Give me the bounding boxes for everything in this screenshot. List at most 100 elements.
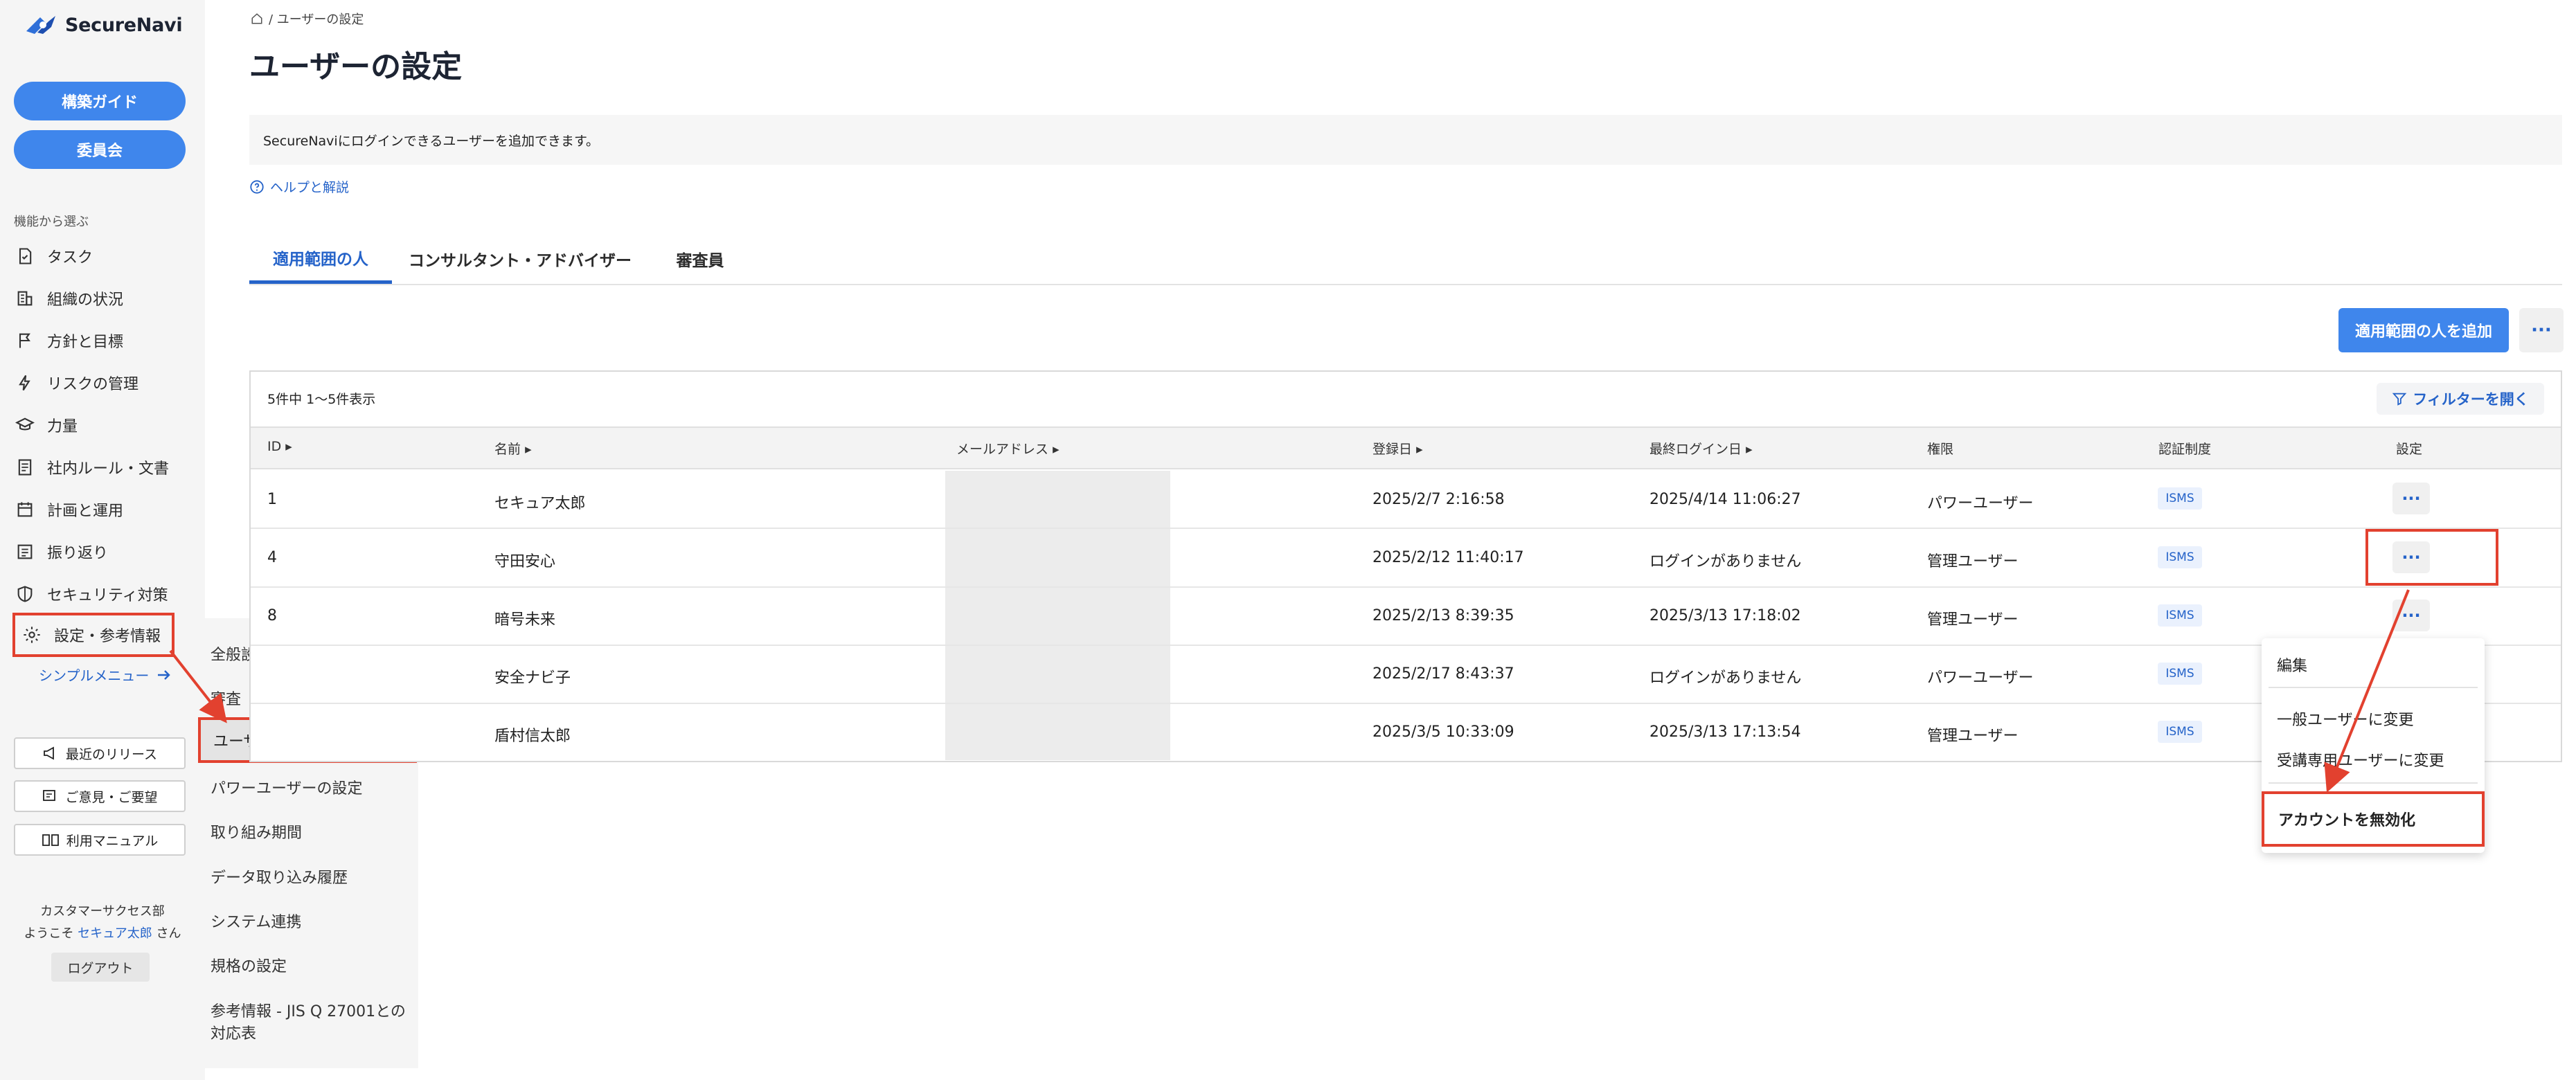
graduation-cap-icon xyxy=(15,417,35,431)
sidebar-item-label: タスク xyxy=(47,249,93,267)
info-banner: SecureNaviにログインできるユーザーを追加できます。 xyxy=(249,115,2562,165)
cert-badge: ISMS xyxy=(2158,604,2202,627)
column-header-certification: 認証制度 xyxy=(2158,442,2212,457)
cell-registered: 2025/2/17 8:43:37 xyxy=(1372,665,1514,683)
column-header-id[interactable]: ID ▸ xyxy=(267,439,292,454)
sidebar-item-risk[interactable]: リスクの管理 xyxy=(15,362,181,404)
help-link[interactable]: ヘルプと解説 xyxy=(249,177,349,196)
submenu-item-period[interactable]: 取り組み期間 xyxy=(211,820,302,843)
submenu-item-power-user[interactable]: パワーユーザーの設定 xyxy=(211,776,363,798)
sidebar-item-label: 社内ルール・文書 xyxy=(47,460,170,478)
cell-last-login: 2025/3/13 17:13:54 xyxy=(1649,723,1801,741)
submenu-item-reference[interactable]: 参考情報 - JIS Q 27001との xyxy=(211,999,406,1021)
cert-badge: ISMS xyxy=(2158,546,2202,568)
cell-id: 1 xyxy=(267,491,277,508)
sidebar-item-label: 計画と運用 xyxy=(47,503,124,520)
sidebar-item-label: 方針と目標 xyxy=(47,334,124,351)
welcome-message: ようこそ セキュア太郎 さん xyxy=(0,924,205,942)
sidebar-item-label: 力量 xyxy=(47,418,78,435)
building-icon xyxy=(17,291,33,306)
home-icon[interactable] xyxy=(251,12,263,25)
column-header-last-login[interactable]: 最終ログイン日 ▸ xyxy=(1649,439,1753,458)
sort-caret-icon: ▸ xyxy=(525,442,532,457)
row-action-highlight xyxy=(2365,529,2498,586)
sidebar-item-label: リスクの管理 xyxy=(47,376,139,393)
cell-registered: 2025/2/12 11:40:17 xyxy=(1372,549,1524,566)
sort-caret-icon: ▸ xyxy=(285,439,292,454)
task-icon xyxy=(19,248,32,264)
sort-caret-icon: ▸ xyxy=(1416,442,1423,457)
cell-last-login: 2025/3/13 17:18:02 xyxy=(1649,607,1801,624)
sidebar-item-competence[interactable]: 力量 xyxy=(15,404,181,446)
column-label: メールアドレス xyxy=(956,442,1049,457)
sidebar-item-label: セキュリティ対策 xyxy=(47,587,168,604)
cell-name: 安全ナビ子 xyxy=(494,669,571,687)
sidebar-item-security[interactable]: セキュリティ対策 xyxy=(15,573,181,615)
menu-item-change-general[interactable]: 一般ユーザーに変更 xyxy=(2277,708,2414,730)
tab-scope-people[interactable]: 適用範囲の人 xyxy=(249,234,392,284)
submenu-item-audit[interactable]: 審査 xyxy=(211,687,241,709)
cell-registered: 2025/3/5 10:33:09 xyxy=(1372,723,1514,741)
cell-name: 盾村信太郎 xyxy=(494,728,571,745)
feedback-button[interactable]: ご意見・ご要望 xyxy=(14,780,186,812)
cell-role: 管理ユーザー xyxy=(1927,728,2019,745)
megaphone-icon xyxy=(44,746,54,760)
column-header-email[interactable]: メールアドレス ▸ xyxy=(956,439,1059,458)
simple-menu-link[interactable]: シンプルメニュー xyxy=(39,665,172,685)
build-guide-button[interactable]: 構築ガイド xyxy=(14,82,186,120)
logout-button[interactable]: ログアウト xyxy=(51,953,150,982)
submenu-item-integration[interactable]: システム連携 xyxy=(211,910,301,932)
result-count: 5件中 1〜5件表示 xyxy=(267,392,376,407)
row-divider xyxy=(251,528,2561,529)
cell-name: 暗号未来 xyxy=(494,611,556,629)
column-header-registered[interactable]: 登録日 ▸ xyxy=(1372,439,1423,458)
breadcrumb-current: / ユーザーの設定 xyxy=(269,12,364,27)
column-label: 登録日 xyxy=(1372,442,1413,457)
row-divider xyxy=(251,586,2561,588)
sidebar-item-label: 振り返り xyxy=(47,545,109,562)
sidebar-item-rules[interactable]: 社内ルール・文書 xyxy=(15,447,181,488)
row-action-button[interactable]: ··· xyxy=(2392,600,2430,631)
cell-role: 管理ユーザー xyxy=(1927,553,2019,570)
sidebar-item-review[interactable]: 振り返り xyxy=(15,531,181,573)
document-icon xyxy=(18,459,32,476)
manual-button[interactable]: 利用マニュアル xyxy=(14,824,186,856)
sidebar-item-policy[interactable]: 方針と目標 xyxy=(15,320,181,361)
manual-label: 利用マニュアル xyxy=(66,833,159,849)
column-header-name[interactable]: 名前 ▸ xyxy=(494,439,532,458)
menu-item-disable-account[interactable]: アカウントを無効化 xyxy=(2262,791,2485,847)
sidebar-item-organization[interactable]: 組織の状況 xyxy=(15,278,181,319)
sidebar-item-planning[interactable]: 計画と運用 xyxy=(15,489,181,530)
open-filter-button[interactable]: フィルターを開く xyxy=(2377,383,2544,415)
cell-name: セキュア太郎 xyxy=(494,495,586,512)
recent-releases-button[interactable]: 最近のリリース xyxy=(14,737,186,769)
more-options-button[interactable]: ··· xyxy=(2519,308,2564,352)
submenu-item-reference-cont[interactable]: 対応表 xyxy=(211,1021,256,1043)
cell-role: パワーユーザー xyxy=(1927,495,2034,512)
tab-consultants[interactable]: コンサルタント・アドバイザー xyxy=(406,234,634,284)
brand-name: SecureNavi xyxy=(65,14,183,36)
committee-button[interactable]: 委員会 xyxy=(14,130,186,169)
cell-registered: 2025/2/7 2:16:58 xyxy=(1372,491,1505,508)
sidebar-item-settings[interactable]: 設定・参考情報 xyxy=(12,613,175,657)
row-action-button[interactable]: ··· xyxy=(2392,483,2430,514)
sidebar-item-task[interactable]: タスク xyxy=(15,235,181,277)
tab-auditors[interactable]: 審査員 xyxy=(655,234,745,284)
breadcrumb: / ユーザーの設定 xyxy=(251,10,364,28)
add-scope-person-button[interactable]: 適用範囲の人を追加 xyxy=(2338,308,2509,352)
column-header-settings: 設定 xyxy=(2396,442,2423,457)
cert-badge: ISMS xyxy=(2158,663,2202,685)
cell-name: 守田安心 xyxy=(494,553,556,570)
welcome-user-link[interactable]: セキュア太郎 xyxy=(78,926,152,941)
securenavi-logo-icon xyxy=(26,16,55,34)
bolt-icon xyxy=(19,375,30,391)
menu-item-change-trainee[interactable]: 受講専用ユーザーに変更 xyxy=(2277,748,2444,771)
menu-item-edit[interactable]: 編集 xyxy=(2277,654,2307,676)
submenu-item-import-history[interactable]: データ取り込み履歴 xyxy=(211,865,348,888)
simple-menu-label: シンプルメニュー xyxy=(39,667,150,684)
brand-logo[interactable]: SecureNavi xyxy=(25,10,183,40)
recent-releases-label: 最近のリリース xyxy=(65,746,158,762)
submenu-item-standards[interactable]: 規格の設定 xyxy=(211,954,287,976)
department-name: カスタマーサクセス部 xyxy=(40,904,165,919)
column-label: 最終ログイン日 xyxy=(1649,442,1742,457)
